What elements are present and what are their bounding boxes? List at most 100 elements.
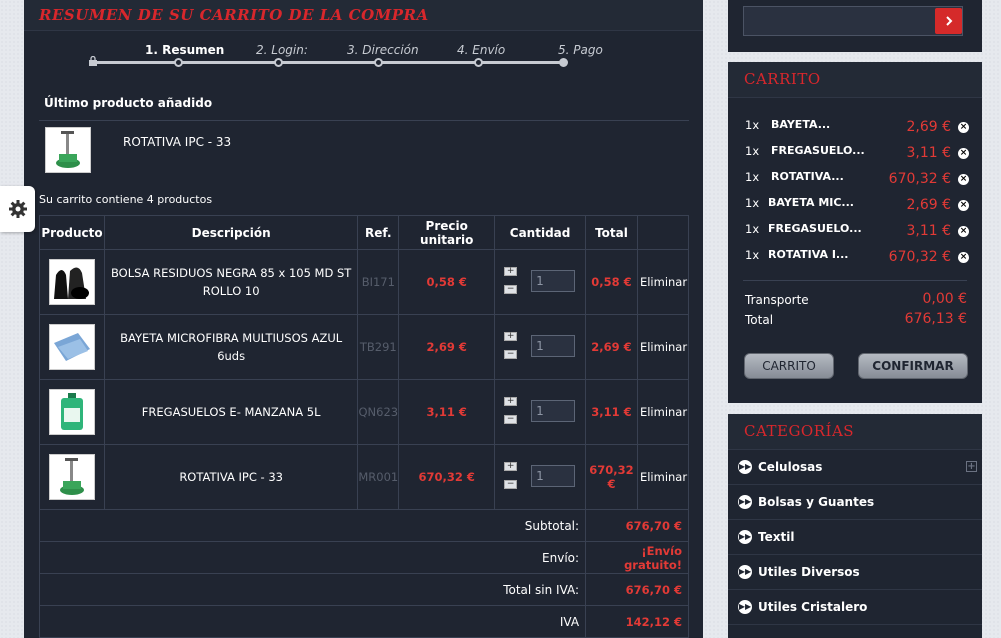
arrow-icon: ▶▶: [738, 495, 752, 509]
arrow-icon: ▶▶: [738, 600, 752, 614]
col-cantidad: Cantidad: [494, 215, 586, 250]
page-title: RESUMEN DE SU CARRITO DE LA COMPRA: [24, 0, 703, 31]
line-total: 670,32 €: [585, 444, 638, 510]
mini-cart-name[interactable]: ROTATIVA I...: [768, 248, 848, 261]
line-total: 2,69 €: [585, 314, 638, 380]
search-panel: [728, 0, 982, 52]
col-total: Total: [585, 215, 638, 250]
qty-decrease-button[interactable]: −: [504, 350, 518, 359]
last-added-thumbnail[interactable]: [45, 127, 91, 173]
product-thumbnail[interactable]: [48, 389, 95, 435]
qty-decrease-button[interactable]: −: [504, 415, 518, 424]
mini-cart-item: 1x FREGASUELO... 3,11 € ×: [745, 218, 969, 244]
step-direccion[interactable]: 3. Dirección: [347, 43, 419, 57]
product-ref: BI171: [357, 249, 400, 315]
mini-cart-name[interactable]: BAYETA MIC...: [768, 196, 854, 209]
cart-summary-panel: RESUMEN DE SU CARRITO DE LA COMPRA 1. Re…: [24, 0, 703, 638]
mini-cart-price: 3,11 €: [906, 223, 951, 239]
gear-icon: [8, 200, 27, 218]
qty-increase-button[interactable]: +: [504, 332, 518, 341]
mini-cart-name[interactable]: FREGASUELO...: [768, 222, 862, 235]
unit-price: 670,32 €: [398, 444, 496, 510]
category-item[interactable]: ▶▶ Utiles Cristalero: [728, 590, 982, 625]
settings-gear-button[interactable]: [0, 186, 35, 232]
remove-link[interactable]: Eliminar: [636, 379, 690, 445]
table-row: FREGASUELOS E- MANZANA 5L QN623 3,11 € +…: [39, 379, 690, 445]
qty-decrease-button[interactable]: −: [504, 285, 518, 294]
mini-cart-name[interactable]: ROTATIVA...: [771, 170, 844, 183]
qty-decrease-button[interactable]: −: [504, 480, 518, 489]
category-item[interactable]: ▶▶ Bolsas y Guantes: [728, 485, 982, 520]
category-label: Bolsas y Guantes: [758, 495, 875, 509]
plus-icon[interactable]: +: [966, 461, 977, 472]
table-row: BOLSA RESIDUOS NEGRA 85 x 105 MD ST ROLL…: [39, 249, 690, 315]
line-total: 0,58 €: [585, 249, 638, 315]
shipping-value: 0,00 €: [922, 291, 967, 307]
totals-row: Total sin IVA: 676,70 €: [38, 573, 689, 606]
product-thumbnail[interactable]: [48, 324, 95, 370]
qty-increase-button[interactable]: +: [504, 267, 518, 276]
search-arrow-icon: [945, 16, 952, 26]
unit-price: 3,11 €: [398, 379, 496, 445]
remove-icon[interactable]: ×: [958, 174, 969, 185]
step-dot: [374, 58, 383, 67]
step-envio[interactable]: 4. Envío: [457, 43, 505, 57]
step-pago[interactable]: 5. Pago: [558, 43, 603, 57]
checkout-steps: 1. Resumen 2. Login: 3. Dirección 4. Env…: [24, 31, 703, 79]
view-cart-button[interactable]: CARRITO: [744, 353, 834, 379]
remove-link[interactable]: Eliminar: [636, 249, 690, 315]
search-input[interactable]: [743, 6, 963, 36]
steps-line: [94, 61, 565, 64]
remove-link[interactable]: Eliminar: [636, 444, 690, 510]
divider: [743, 280, 967, 281]
qty-increase-button[interactable]: +: [504, 462, 518, 471]
remove-icon[interactable]: ×: [958, 226, 969, 237]
qty-increase-button[interactable]: +: [504, 397, 518, 406]
mini-cart-qty: 1x: [745, 222, 760, 236]
category-item[interactable]: ▶▶ Celulosas +: [728, 450, 982, 485]
confirm-button[interactable]: CONFIRMAR: [858, 353, 968, 379]
mini-cart-qty: 1x: [745, 118, 760, 132]
step-dot: [559, 58, 568, 67]
col-action: [636, 215, 690, 250]
remove-link[interactable]: Eliminar: [636, 314, 690, 380]
product-thumbnail[interactable]: [48, 454, 95, 500]
total-no-vat-value: 676,70 €: [585, 573, 689, 606]
divider: [39, 120, 689, 121]
total-value: 676,13 €: [904, 311, 967, 327]
mini-cart-name[interactable]: BAYETA...: [771, 118, 830, 131]
vat-value: 142,12 €: [585, 605, 689, 638]
mini-cart-price: 670,32 €: [888, 171, 951, 187]
totals-row: Subtotal: 676,70 €: [38, 509, 689, 542]
category-item[interactable]: ▶▶ Textil: [728, 520, 982, 555]
mini-cart-price: 2,69 €: [906, 119, 951, 135]
product-description[interactable]: BAYETA MICROFIBRA MULTIUSOS AZUL 6uds: [103, 314, 359, 380]
mini-cart-price: 670,32 €: [888, 249, 951, 265]
product-description[interactable]: FREGASUELOS E- MANZANA 5L: [103, 379, 359, 445]
qty-input[interactable]: 1: [531, 270, 576, 292]
remove-icon[interactable]: ×: [958, 148, 969, 159]
mini-cart-total: Total 676,13 €: [745, 311, 967, 327]
product-description[interactable]: ROTATIVA IPC - 33: [103, 444, 359, 510]
mini-cart-qty: 1x: [745, 196, 760, 210]
product-ref: MR001: [357, 444, 400, 510]
product-thumbnail[interactable]: [48, 259, 95, 305]
total-no-vat-label: Total sin IVA:: [38, 573, 587, 606]
qty-input[interactable]: 1: [531, 335, 576, 357]
category-item[interactable]: ▶▶ Utiles Diversos: [728, 555, 982, 590]
step-resumen: 1. Resumen: [145, 43, 225, 57]
remove-icon[interactable]: ×: [958, 252, 969, 263]
step-login[interactable]: 2. Login:: [256, 43, 308, 57]
last-added-name[interactable]: ROTATIVA IPC - 33: [123, 135, 231, 149]
qty-input[interactable]: 1: [531, 400, 576, 422]
remove-icon[interactable]: ×: [958, 122, 969, 133]
table-row: BAYETA MICROFIBRA MULTIUSOS AZUL 6uds TB…: [39, 314, 690, 380]
product-description[interactable]: BOLSA RESIDUOS NEGRA 85 x 105 MD ST ROLL…: [103, 249, 359, 315]
mini-cart-name[interactable]: FREGASUELO...: [771, 144, 865, 157]
search-button[interactable]: [935, 8, 962, 34]
shipping-value: ¡Envío gratuito!: [585, 541, 689, 574]
qty-input[interactable]: 1: [531, 465, 576, 487]
categories-panel: CATEGORÍAS ▶▶ Celulosas + ▶▶ Bolsas y Gu…: [728, 414, 982, 638]
remove-icon[interactable]: ×: [958, 200, 969, 211]
mini-cart-item: 1x BAYETA MIC... 2,69 € ×: [745, 192, 969, 218]
